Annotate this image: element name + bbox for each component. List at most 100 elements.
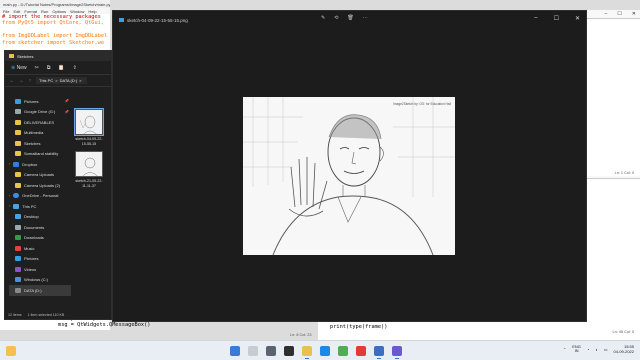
file-explorer-window: Sketches ⊕ New ✂ ⧉ 📋 ⇪ ← → ↑ This PC > DAT… (4, 50, 112, 320)
folder-icon (15, 182, 21, 188)
windows-drive-icon (15, 277, 21, 283)
nav-item-label: Pictures (24, 256, 39, 262)
dropbox-icon (13, 161, 20, 167)
speaker-icon[interactable]: ◖ (595, 347, 597, 352)
minimize-icon[interactable]: – (534, 15, 537, 22)
widgets-icon[interactable] (284, 346, 294, 356)
music-icon (15, 245, 21, 251)
item-count: 12 items (8, 313, 22, 317)
chevron-right-icon[interactable]: › (9, 162, 10, 166)
nav-item-pictures[interactable]: Pictures (9, 254, 71, 265)
code-line: from sketcher import Sketcher,we (2, 39, 105, 46)
nav-item-multimedia[interactable]: Multimedia (9, 128, 71, 139)
explorer-statusbar: 12 items 1 item selected 110 KB (5, 311, 111, 319)
nav-item-documents[interactable]: Documents (9, 222, 71, 233)
menu-item-window[interactable]: Window (70, 9, 84, 14)
breadcrumb[interactable]: This PC > DATA (D:) > (36, 77, 87, 84)
edit-icon[interactable]: ✎ (321, 15, 325, 21)
viewer-title: sketch-04-09-22-15-55-15.png (127, 17, 188, 23)
file-explorer-taskbar-icon[interactable] (302, 346, 312, 359)
explorer-tab[interactable]: Sketches (5, 51, 111, 61)
nav-item-windows-c[interactable]: Windows (C:) (9, 275, 71, 286)
menu-item-format[interactable]: Format (24, 9, 37, 14)
nav-item-deliverables[interactable]: DELIVERABLES (9, 117, 71, 128)
start-icon[interactable] (230, 346, 240, 356)
task-view-icon[interactable] (266, 346, 276, 356)
folder-icon (9, 54, 14, 58)
edge-icon[interactable] (320, 346, 330, 356)
left-editor-line-col: Ln: 8 Col: 23 (290, 333, 312, 337)
nav-item-videos[interactable]: Videos (9, 264, 71, 275)
menu-item-options[interactable]: Options (52, 9, 66, 14)
menu-item-file[interactable]: File (3, 9, 9, 14)
chrome-icon[interactable] (338, 346, 348, 356)
chevron-right-icon[interactable]: › (9, 194, 10, 198)
python-idle-icon[interactable] (374, 346, 384, 359)
photos-icon[interactable] (392, 346, 402, 359)
nav-item-onedrive-personal[interactable]: › OneDrive - Personal (9, 191, 71, 202)
delete-icon[interactable]: 🗑 (347, 15, 353, 21)
share-icon[interactable]: ⇪ (73, 65, 77, 71)
nav-item-music[interactable]: Music (9, 243, 71, 254)
paste-icon[interactable]: 📋 (58, 65, 64, 71)
close-icon[interactable]: ✕ (632, 11, 636, 17)
maximize-icon[interactable]: ☐ (617, 11, 621, 17)
nav-item-camera-uploads[interactable]: Camera Uploads (9, 170, 71, 181)
drive-icon (15, 109, 21, 115)
chevron-right-icon[interactable]: › (9, 204, 10, 208)
pin-icon[interactable]: 📌 (65, 110, 71, 114)
nav-item-sketches[interactable]: Sketches (9, 138, 71, 149)
pin-icon[interactable]: 📌 (65, 99, 71, 103)
nav-item-downloads[interactable]: Downloads (9, 233, 71, 244)
taskbar: ⌃ ENG IN ◔ ◖ ▭ 15:55 04-09-2022 (0, 340, 640, 360)
nav-item-dropbox[interactable]: › Dropbox (9, 159, 71, 170)
battery-icon[interactable]: ▭ (604, 347, 608, 352)
breadcrumb-item[interactable]: This PC (39, 78, 53, 83)
app-icon-red[interactable] (356, 346, 366, 356)
breadcrumb-separator: > (55, 78, 58, 83)
selection-info: 1 item selected 110 KB (27, 313, 65, 317)
viewer-window-controls: – ☐ ✕ (534, 15, 580, 22)
downloads-icon (15, 235, 21, 241)
nav-item-google-drive-g[interactable]: Google Drive (G:) 📌 (9, 107, 71, 118)
image-viewer-window: sketch-04-09-22-15-55-15.png ✎ ⟲ 🗑 ⋯ – ☐… (112, 10, 587, 322)
nav-item-camera-uploads-2[interactable]: Camera Uploads (2) (9, 180, 71, 191)
breadcrumb-item[interactable]: DATA (D:) (60, 78, 78, 83)
menu-item-edit[interactable]: Edit (13, 9, 20, 14)
nav-item-pictures[interactable]: Pictures 📌 (9, 96, 71, 107)
rotate-icon[interactable]: ⟲ (334, 15, 338, 21)
minimize-icon[interactable]: – (605, 11, 608, 17)
up-arrow-icon[interactable]: ↑ (27, 78, 33, 84)
new-button[interactable]: ⊕ New (11, 65, 27, 71)
new-button-label: New (16, 64, 27, 71)
close-icon[interactable]: ✕ (575, 15, 580, 22)
nav-item-label: DATA (D:) (24, 287, 42, 293)
language-indicator[interactable]: ENG IN (572, 344, 581, 354)
search-icon[interactable] (248, 346, 258, 356)
line-col-indicator-bottom: Ln: 45 Col: 0 (612, 330, 634, 334)
line-col-indicator: Ln: 1 Col: 0 (614, 171, 634, 175)
clock[interactable]: 15:55 04-09-2022 (614, 344, 634, 354)
code-line: print(type(frame)) (330, 323, 388, 330)
nav-item-desktop[interactable]: Desktop (9, 212, 71, 223)
menu-item-help[interactable]: Help (88, 9, 96, 14)
forward-arrow-icon[interactable]: → (18, 78, 24, 84)
code-line: msg = QtWidgets.QMessageBox() (58, 322, 151, 329)
chevron-up-icon[interactable]: ⌃ (563, 347, 566, 352)
nav-item-data-d[interactable]: DATA (D:) (9, 285, 71, 296)
cut-icon[interactable]: ✂ (35, 65, 39, 71)
sketch-image-canvas[interactable]: Image2Sketch by: OS: for Education Hall (243, 97, 455, 255)
nav-item-somaliland-stability[interactable]: Somaliland stability (9, 149, 71, 160)
file-thumbnail-1[interactable] (74, 108, 104, 136)
menu-item-run[interactable]: Run (41, 9, 48, 14)
wifi-icon[interactable]: ◔ (587, 347, 589, 352)
back-arrow-icon[interactable]: ← (9, 78, 15, 84)
nav-item-this-pc[interactable]: › This PC (9, 201, 71, 212)
left-editor-code[interactable]: # import the necessary packages from PyQt… (0, 14, 110, 46)
weather-icon[interactable] (6, 346, 16, 356)
file-thumbnail-2[interactable] (75, 151, 103, 177)
more-icon[interactable]: ⋯ (363, 15, 368, 21)
maximize-icon[interactable]: ☐ (554, 15, 559, 22)
file-label-2: sketch-21-05-22-11-11-37 (75, 179, 103, 188)
copy-icon[interactable]: ⧉ (47, 65, 51, 71)
